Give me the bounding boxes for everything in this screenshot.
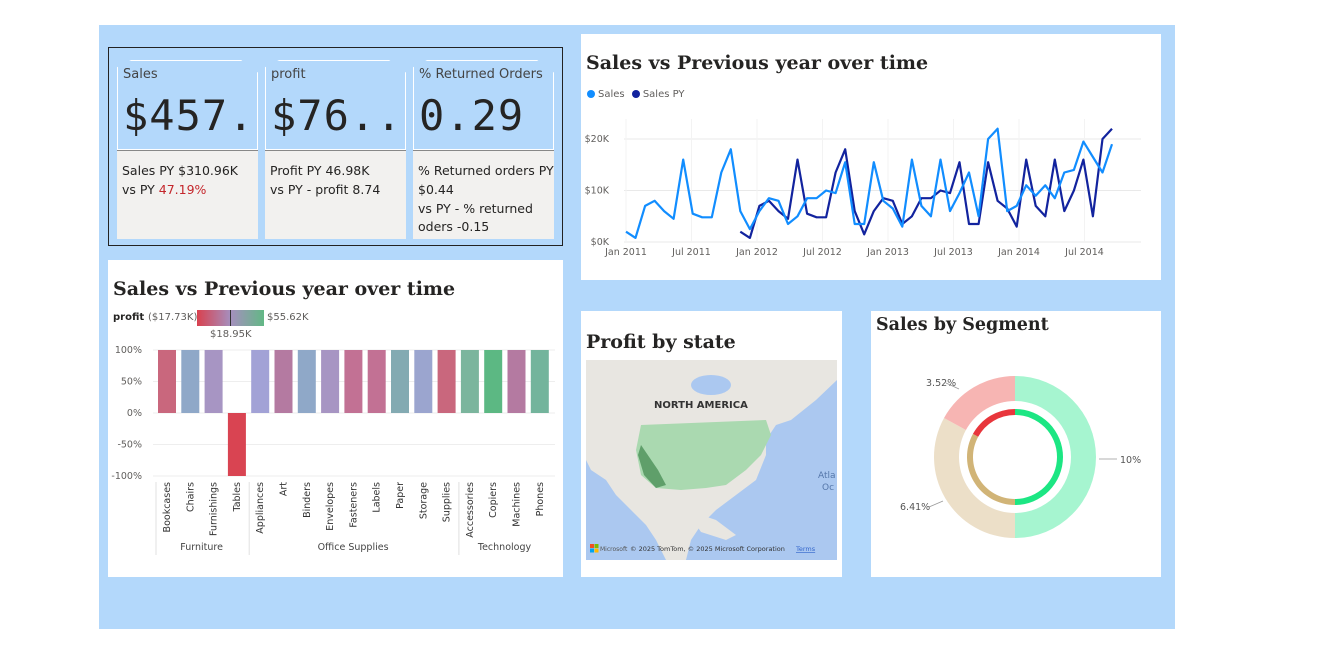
- data-label: 10%: [1120, 455, 1141, 466]
- bar-chairs: [181, 350, 200, 413]
- kpi-card-returned[interactable]: % Returned Orders 0.29 % Returned orders…: [413, 60, 554, 239]
- bar-furnishings: [204, 350, 223, 413]
- category-label: Binders: [302, 482, 313, 518]
- kpi-group: Sales $457... Sales PY $310.96K vs PY 47…: [108, 47, 563, 246]
- map-attribution: © 2025 TomTom, © 2025 Microsoft Corporat…: [630, 545, 785, 553]
- data-label: 3.52%: [926, 378, 956, 389]
- x-tick-label: Jul 2011: [671, 247, 711, 258]
- kpi-details: % Returned orders PY $0.44 vs PY - % ret…: [413, 150, 554, 239]
- map-panel[interactable]: Profit by state NORTH AMERICA Atla Oc Mi…: [581, 311, 842, 577]
- bar-chart-plot[interactable]: 100% 50% 0% -50% -100% Bookcases Chairs Furnish…: [108, 260, 563, 577]
- category-label: Furnishings: [209, 482, 220, 536]
- kpi-header: % Returned Orders 0.29: [413, 60, 554, 150]
- category-label: Labels: [372, 482, 383, 513]
- map-ocean-label: Atla: [818, 471, 836, 481]
- bar-art: [274, 350, 293, 413]
- map-title: Profit by state: [586, 331, 736, 353]
- y-tick-label: 100%: [115, 345, 142, 356]
- kpi-detail-line: $0.44: [418, 182, 454, 197]
- kpi-card-profit[interactable]: profit $76.... Profit PY 46.98K vs PY - …: [265, 60, 406, 239]
- map-terms-link[interactable]: Terms: [795, 545, 816, 553]
- category-label: Fasteners: [348, 482, 359, 528]
- bar-binders: [297, 350, 316, 413]
- bar-supplies: [437, 350, 456, 413]
- bar-accessories: [460, 350, 479, 413]
- kpi-card-sales[interactable]: Sales $457... Sales PY $310.96K vs PY 47…: [117, 60, 258, 239]
- y-tick-label: 0%: [127, 408, 142, 419]
- line-chart-panel[interactable]: Sales vs Previous year over time Sales S…: [581, 34, 1161, 280]
- kpi-details: Sales PY $310.96K vs PY 47.19%: [117, 150, 258, 239]
- x-tick-label: Jul 2013: [933, 247, 973, 258]
- donut-chart[interactable]: 3.52% 10% 6.41%: [871, 311, 1161, 577]
- x-tick-label: Jan 2011: [604, 247, 647, 258]
- series-line-sales-py: [739, 127, 1113, 239]
- category-label: Machines: [512, 482, 523, 527]
- category-label: Chairs: [185, 482, 196, 512]
- donut-panel[interactable]: Sales by Segment 3.52% 10% 6.41%: [871, 311, 1161, 577]
- category-label: Envelopes: [325, 482, 336, 531]
- category-label: Accessories: [465, 482, 476, 538]
- bar-machines: [507, 350, 526, 413]
- data-label: 6.41%: [900, 502, 930, 513]
- kpi-detail-line: vs PY - % returned: [418, 201, 533, 216]
- category-label: Appliances: [255, 482, 266, 534]
- group-label: Furniture: [180, 542, 223, 553]
- bar-envelopes: [321, 350, 340, 413]
- map-region-label: NORTH AMERICA: [654, 400, 748, 411]
- map-ms-label: Microsoft: [600, 546, 628, 553]
- bar-phones: [530, 350, 549, 413]
- x-tick-label: Jan 2013: [866, 247, 909, 258]
- bar-paper: [391, 350, 409, 413]
- bar-chart-panel[interactable]: Sales vs Previous year over time profit …: [108, 260, 563, 577]
- kpi-detail-line: % Returned orders PY: [418, 163, 554, 178]
- bar-bookcases: [158, 350, 176, 413]
- bar-appliances: [251, 350, 270, 413]
- y-tick-label: $10K: [585, 186, 610, 197]
- y-tick-label: -100%: [111, 471, 142, 482]
- donut-inner-slice-1: [1015, 409, 1063, 505]
- kpi-detail-line: vs PY 47.19%: [122, 182, 206, 197]
- x-tick-label: Jul 2012: [802, 247, 842, 258]
- category-label: Art: [279, 482, 290, 496]
- group-label: Office Supplies: [318, 542, 389, 553]
- kpi-detail-prefix: vs PY: [122, 182, 159, 197]
- x-tick-label: Jan 2014: [997, 247, 1040, 258]
- x-tick-label: Jul 2014: [1064, 247, 1104, 258]
- kpi-header: profit $76....: [265, 60, 406, 150]
- donut-inner-slice-2: [967, 433, 1015, 505]
- kpi-details: Profit PY 46.98K vs PY - profit 8.74: [265, 150, 406, 239]
- kpi-label: Sales: [123, 67, 158, 82]
- category-label: Copiers: [488, 482, 499, 518]
- y-tick-label: -50%: [117, 440, 142, 451]
- x-tick-label: Jan 2012: [735, 247, 778, 258]
- kpi-variance: 47.19%: [158, 182, 207, 197]
- kpi-label: % Returned Orders: [419, 67, 543, 82]
- group-label: Technology: [477, 542, 532, 553]
- bar-storage: [414, 350, 433, 413]
- kpi-value: 0.29: [419, 91, 525, 140]
- bar-tables: [227, 413, 246, 476]
- kpi-detail-line: Profit PY 46.98K: [270, 163, 370, 178]
- bar-copiers: [484, 350, 503, 413]
- kpi-header: Sales $457...: [117, 60, 258, 150]
- category-label: Paper: [395, 482, 406, 509]
- kpi-detail-line: oders -0.15: [418, 219, 490, 234]
- kpi-detail-line: Sales PY $310.96K: [122, 163, 239, 178]
- category-label: Storage: [418, 482, 429, 519]
- map-view[interactable]: NORTH AMERICA Atla Oc Microsoft © 2025 T…: [586, 360, 837, 560]
- bar-labels: [367, 350, 386, 413]
- category-label: Tables: [232, 482, 243, 513]
- category-label: Phones: [535, 482, 546, 516]
- category-label: Bookcases: [162, 482, 173, 532]
- line-chart-plot[interactable]: $20K$10K$0KJan 2011 Jul 2011 Jan 2012 Jul 2…: [581, 34, 1161, 280]
- y-tick-label: 50%: [121, 377, 142, 388]
- kpi-detail-line: vs PY - profit 8.74: [270, 182, 381, 197]
- map-ocean-label: Oc: [822, 483, 834, 493]
- donut-outer-slice-1: [1015, 376, 1096, 538]
- bar-fasteners: [344, 350, 363, 413]
- category-label: Supplies: [442, 482, 453, 522]
- leader-line: [928, 500, 944, 508]
- kpi-label: profit: [271, 67, 306, 82]
- y-tick-label: $20K: [585, 134, 610, 145]
